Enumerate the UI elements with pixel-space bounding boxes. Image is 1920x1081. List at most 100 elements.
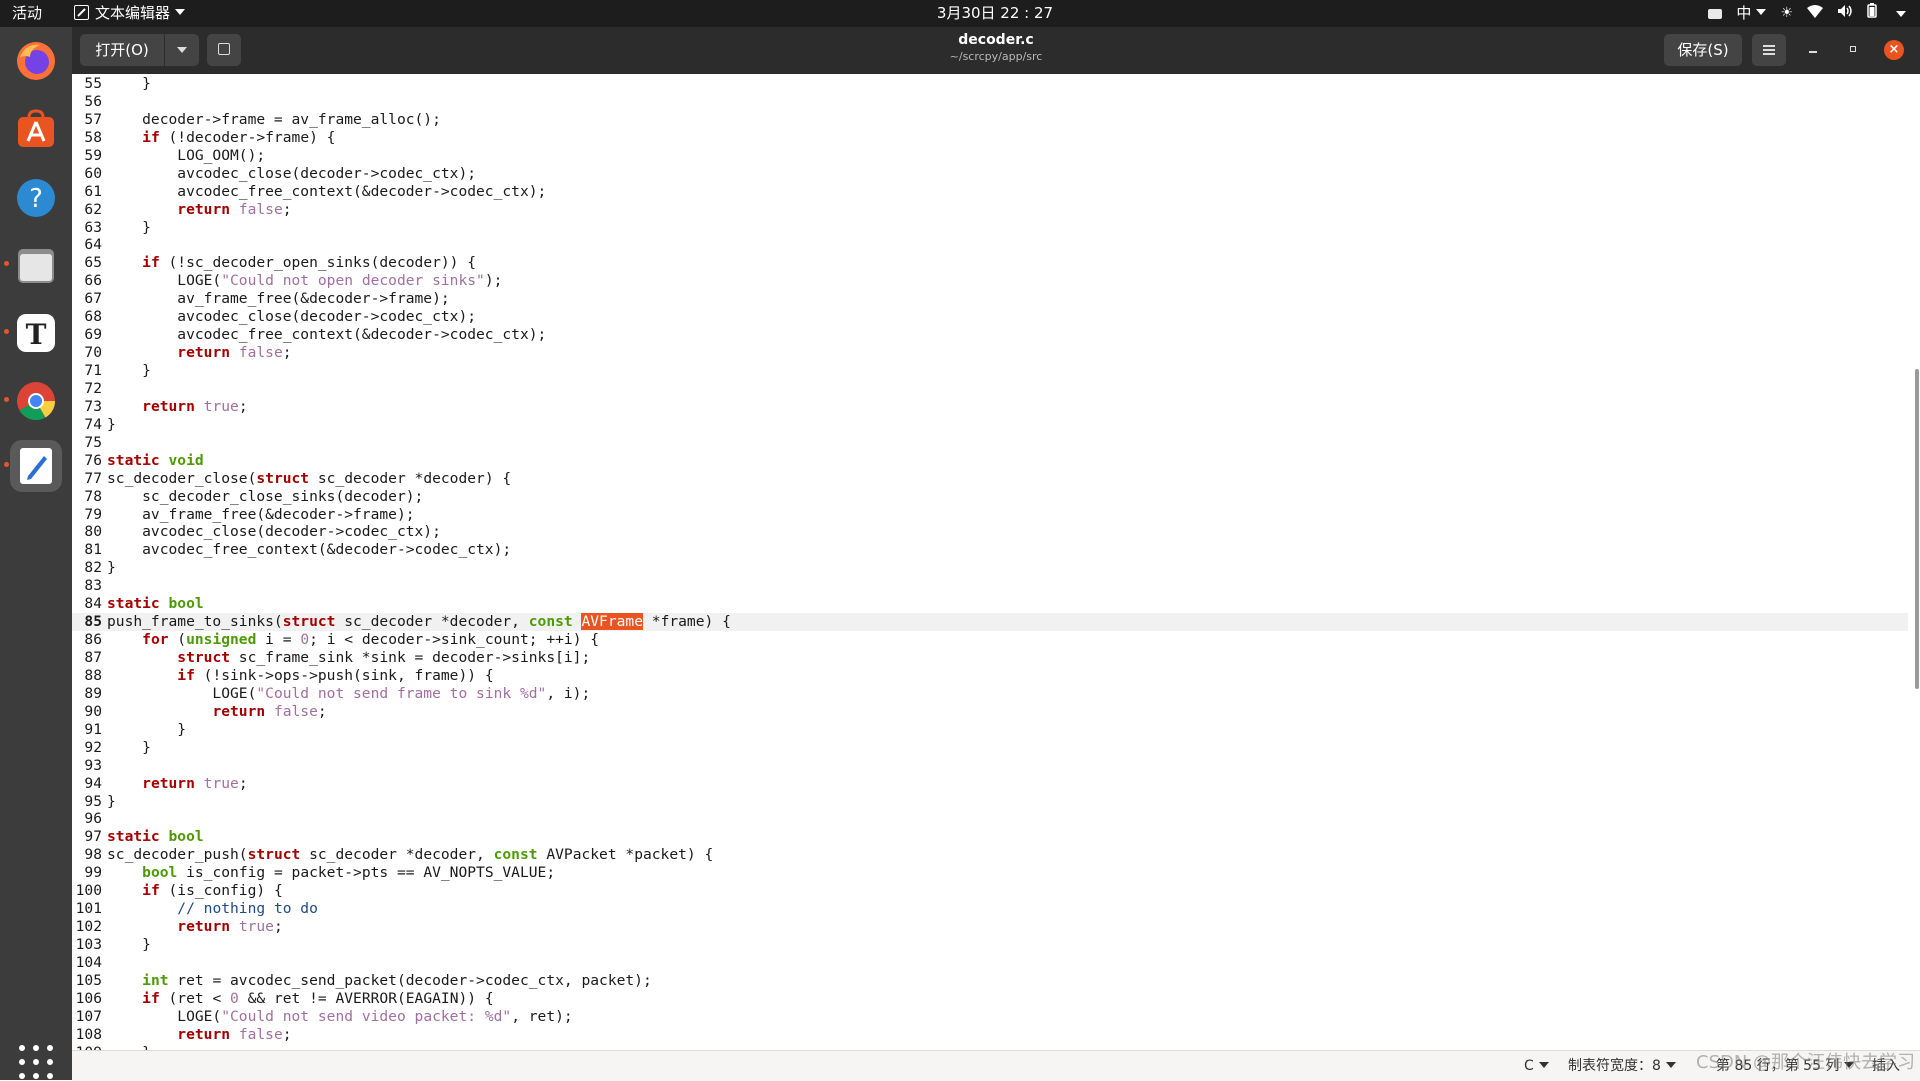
line-text[interactable]: }: [107, 739, 151, 757]
dock-item-help[interactable]: ?: [10, 172, 62, 224]
line-text[interactable]: sc_decoder_close_sinks(decoder);: [107, 488, 423, 506]
code-line[interactable]: 76 static void: [72, 452, 1908, 470]
code-line[interactable]: 97 static bool: [72, 828, 1908, 846]
code-line[interactable]: 59 LOG_OOM();: [72, 147, 1908, 165]
code-line[interactable]: 103 }: [72, 936, 1908, 954]
dock-item-firefox[interactable]: [10, 35, 62, 87]
code-line[interactable]: 95}: [72, 793, 1908, 811]
line-text[interactable]: avcodec_close(decoder->codec_ctx);: [107, 523, 441, 541]
code-line[interactable]: 60 avcodec_close(decoder->codec_ctx);: [72, 165, 1908, 183]
system-tray[interactable]: 中 ☀: [1708, 0, 1906, 27]
line-text[interactable]: avcodec_close(decoder->codec_ctx);: [107, 165, 476, 183]
wifi-icon[interactable]: [1807, 0, 1823, 27]
code-line[interactable]: 91 }: [72, 721, 1908, 739]
code-line[interactable]: 57 decoder->frame = av_frame_alloc();: [72, 111, 1908, 129]
line-text[interactable]: return false;: [107, 344, 291, 362]
dock-item-chrome[interactable]: [4, 375, 62, 427]
code-line[interactable]: 87 struct sc_frame_sink *sink = decoder-…: [72, 649, 1908, 667]
line-text[interactable]: if (!sc_decoder_open_sinks(decoder)) {: [107, 254, 476, 272]
brightness-icon[interactable]: ☀: [1780, 0, 1793, 27]
code-line[interactable]: 78 sc_decoder_close_sinks(decoder);: [72, 488, 1908, 506]
chevron-down-icon[interactable]: [1896, 10, 1906, 17]
line-text[interactable]: decoder->frame = av_frame_alloc();: [107, 111, 441, 129]
line-text[interactable]: bool is_config = packet->pts == AV_NOPTS…: [107, 864, 555, 882]
line-text[interactable]: return false;: [107, 1026, 291, 1044]
show-applications-button[interactable]: [19, 1045, 53, 1079]
tab-width-selector[interactable]: 制表符宽度：8: [1568, 1051, 1676, 1081]
code-line[interactable]: 96: [72, 810, 1908, 828]
code-line[interactable]: 61 avcodec_free_context(&decoder->codec_…: [72, 183, 1908, 201]
code-line[interactable]: 66 LOGE("Could not open decoder sinks");: [72, 272, 1908, 290]
code-line[interactable]: 75: [72, 434, 1908, 452]
code-line[interactable]: 55 }: [72, 75, 1908, 93]
keyboard-icon[interactable]: [1708, 8, 1723, 19]
line-text[interactable]: return true;: [107, 398, 247, 416]
dock-item-ubuntu-software[interactable]: [10, 103, 62, 155]
line-text[interactable]: sc_decoder_push(struct sc_decoder *decod…: [107, 846, 713, 864]
line-text[interactable]: avcodec_close(decoder->codec_ctx);: [107, 308, 476, 326]
line-text[interactable]: LOG_OOM();: [107, 147, 265, 165]
line-text[interactable]: LOGE("Could not send frame to sink %d", …: [107, 685, 590, 703]
code-area[interactable]: 55 } 56 57 decoder->frame = av_frame_alloc…: [72, 75, 1908, 1050]
maximize-button[interactable]: [1845, 41, 1863, 59]
code-line[interactable]: 79 av_frame_free(&decoder->frame);: [72, 506, 1908, 524]
code-line[interactable]: 64: [72, 236, 1908, 254]
save-button[interactable]: 保存(S): [1664, 34, 1742, 66]
close-button[interactable]: ×: [1884, 40, 1904, 60]
line-text[interactable]: return false;: [107, 201, 291, 219]
hamburger-menu-button[interactable]: [1752, 34, 1786, 66]
language-selector[interactable]: C: [1524, 1051, 1549, 1081]
clock[interactable]: 3月30日 22 : 27: [0, 0, 1920, 27]
code-line[interactable]: 83: [72, 577, 1908, 595]
code-line[interactable]: 68 avcodec_close(decoder->codec_ctx);: [72, 308, 1908, 326]
line-text[interactable]: }: [107, 936, 151, 954]
line-text[interactable]: }: [107, 793, 116, 811]
code-line[interactable]: 93: [72, 757, 1908, 775]
code-line[interactable]: 58 if (!decoder->frame) {: [72, 129, 1908, 147]
code-line[interactable]: 92 }: [72, 739, 1908, 757]
code-line[interactable]: 67 av_frame_free(&decoder->frame);: [72, 290, 1908, 308]
code-line[interactable]: 104: [72, 954, 1908, 972]
code-line[interactable]: 81 avcodec_free_context(&decoder->codec_…: [72, 541, 1908, 559]
code-line[interactable]: 86 for (unsigned i = 0; i < decoder->sin…: [72, 631, 1908, 649]
line-text[interactable]: }: [107, 75, 151, 93]
code-line[interactable]: 106 if (ret < 0 && ret != AVERROR(EAGAIN…: [72, 990, 1908, 1008]
line-text[interactable]: if (!decoder->frame) {: [107, 129, 335, 147]
line-text[interactable]: if (!sink->ops->push(sink, frame)) {: [107, 667, 493, 685]
line-text[interactable]: }: [107, 721, 186, 739]
code-line[interactable]: 74}: [72, 416, 1908, 434]
code-line[interactable]: 71 }: [72, 362, 1908, 380]
code-line[interactable]: 82}: [72, 559, 1908, 577]
line-text[interactable]: avcodec_free_context(&decoder->codec_ctx…: [107, 326, 546, 344]
line-text[interactable]: if (is_config) {: [107, 882, 283, 900]
line-text[interactable]: }: [107, 416, 116, 434]
code-line[interactable]: 65 if (!sc_decoder_open_sinks(decoder)) …: [72, 254, 1908, 272]
code-line[interactable]: 107 LOGE("Could not send video packet: %…: [72, 1008, 1908, 1026]
line-text[interactable]: av_frame_free(&decoder->frame);: [107, 290, 449, 308]
code-line[interactable]: 105 int ret = avcodec_send_packet(decode…: [72, 972, 1908, 990]
code-editor[interactable]: 55 } 56 57 decoder->frame = av_frame_alloc…: [72, 74, 1920, 1050]
code-line[interactable]: 102 return true;: [72, 918, 1908, 936]
scrollbar-thumb[interactable]: [1915, 369, 1919, 689]
code-line[interactable]: 94 return true;: [72, 775, 1908, 793]
line-text[interactable]: }: [107, 219, 151, 237]
line-text[interactable]: static bool: [107, 595, 204, 613]
code-line[interactable]: 56: [72, 93, 1908, 111]
code-line[interactable]: 89 LOGE("Could not send frame to sink %d…: [72, 685, 1908, 703]
line-text[interactable]: return true;: [107, 918, 282, 936]
code-line[interactable]: 70 return false;: [72, 344, 1908, 362]
line-text[interactable]: avcodec_free_context(&decoder->codec_ctx…: [107, 541, 511, 559]
code-line[interactable]: 85 push_frame_to_sinks(struct sc_decoder …: [72, 613, 1908, 632]
line-text[interactable]: if (ret < 0 && ret != AVERROR(EAGAIN)) {: [107, 990, 493, 1008]
dock-item-files[interactable]: [4, 239, 62, 291]
line-text[interactable]: avcodec_free_context(&decoder->codec_ctx…: [107, 183, 546, 201]
vertical-scrollbar[interactable]: [1910, 74, 1920, 1050]
line-text[interactable]: push_frame_to_sinks(struct sc_decoder *d…: [107, 613, 731, 631]
code-line[interactable]: 108 return false;: [72, 1026, 1908, 1044]
line-text[interactable]: return false;: [107, 703, 326, 721]
line-text[interactable]: int ret = avcodec_send_packet(decoder->c…: [107, 972, 652, 990]
code-line[interactable]: 69 avcodec_free_context(&decoder->codec_…: [72, 326, 1908, 344]
line-text[interactable]: for (unsigned i = 0; i < decoder->sink_c…: [107, 631, 599, 649]
code-line[interactable]: 62 return false;: [72, 201, 1908, 219]
code-line[interactable]: 84 static bool: [72, 595, 1908, 613]
